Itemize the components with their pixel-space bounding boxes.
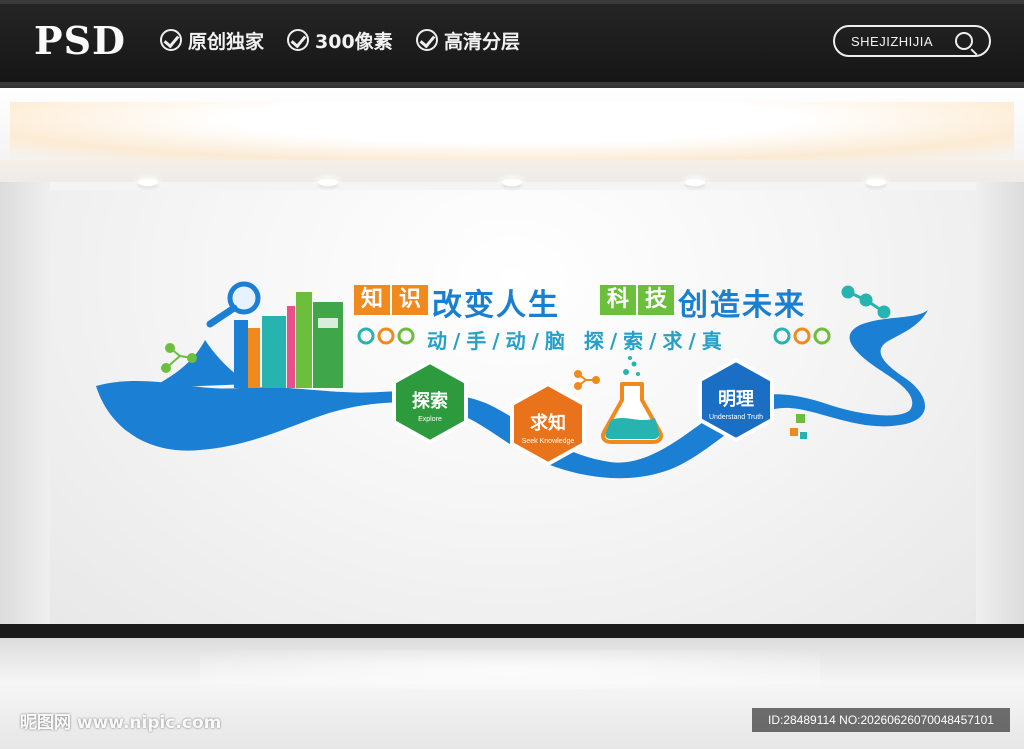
book-pink [287,306,295,388]
hex-sub-text: Seek Knowledge [521,438,575,445]
book-label [318,318,338,328]
book-teal [262,316,286,388]
hexagon-label-seek: 求知 Seek Knowledge [512,409,584,445]
wall-decoration [96,281,928,479]
title-char-box: 识 [392,285,428,315]
book-orange [248,328,260,388]
hex-main-text: 求知 [530,413,566,434]
molecule-icon-right [841,285,891,319]
title-text-part1: 改变人生 [432,288,560,323]
title-char-box: 知 [354,285,390,315]
hex-sub-text: Explore [418,416,442,423]
square-green [796,414,805,423]
hex-main-text: 探索 [412,391,448,412]
watermark-site: 昵图网 www.nipic.com [20,713,222,733]
watermark-id: ID:28489114 NO:20260626070048457101 [752,708,1010,732]
ring-decoration-right [773,327,831,345]
title-char-box: 科 [600,285,636,315]
square-teal [800,432,807,439]
book-green [296,292,312,388]
square-orange [790,428,798,436]
flask-icon [600,356,664,444]
hexagon-label-explore: 探索 Explore [394,387,466,423]
hex-sub-text: Understand Truth [708,414,764,421]
book-blue [234,320,248,388]
magnifier-handle [206,304,238,328]
subtitle-slogan: 动/手/动/脑 探/索/求/真 [427,329,728,353]
ring-decoration-left [357,327,415,345]
hexagon-label-truth: 明理 Understand Truth [700,385,772,421]
hex-main-text: 明理 [718,389,754,410]
molecule-icon-small [574,370,600,390]
title-text-part2: 创造未来 [678,288,806,323]
book-green-large [313,302,343,388]
title-char-box: 技 [638,285,674,315]
